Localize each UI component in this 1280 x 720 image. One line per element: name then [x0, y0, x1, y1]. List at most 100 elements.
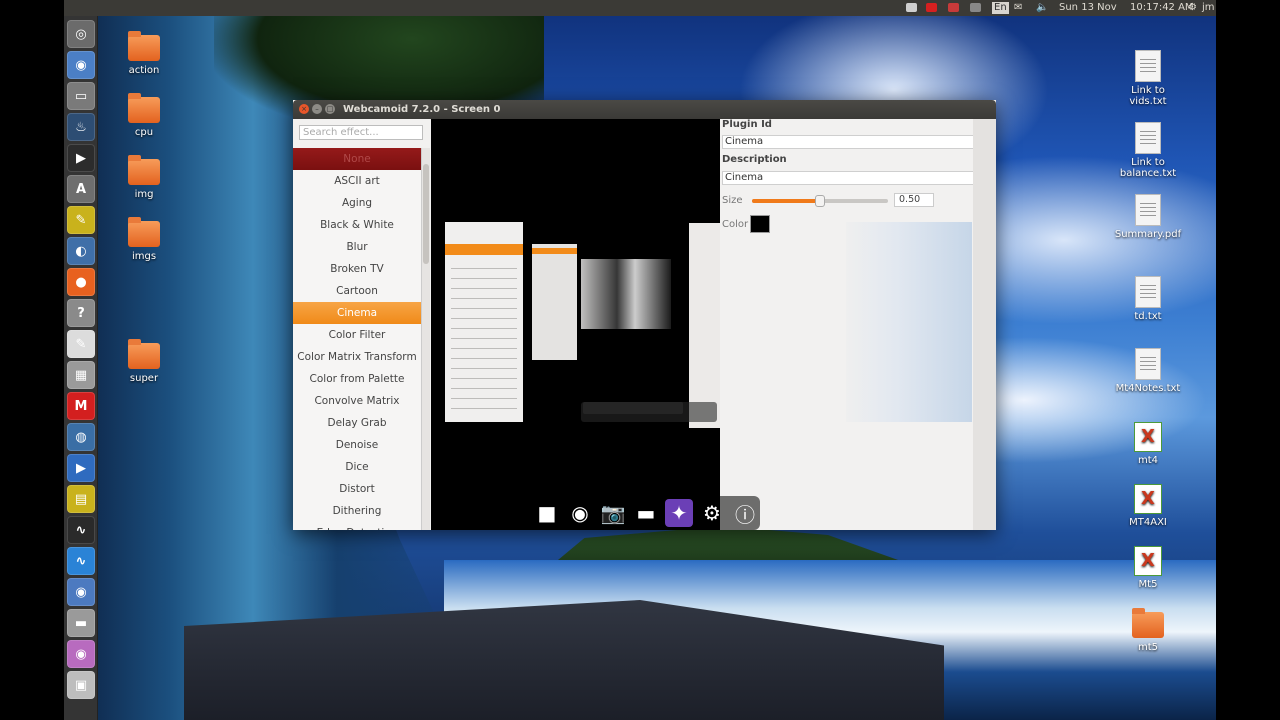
keyboard-layout-indicator[interactable]: En — [992, 2, 1009, 14]
desktop-icon-label: Link to vids.txt — [1129, 85, 1167, 107]
folder-icon — [128, 155, 160, 185]
minimize-icon[interactable]: – — [312, 104, 322, 114]
desktop-item[interactable]: X MT4AXI — [1113, 484, 1183, 528]
effects-scrollbar[interactable] — [421, 148, 430, 530]
earth-icon[interactable]: ◍ — [67, 423, 95, 451]
main-toolbar: ■ ◉ 📷 ▬ ✦ ⚙ ⓘ — [530, 496, 760, 530]
camera-indicator-icon[interactable] — [948, 0, 959, 16]
drive-icon[interactable]: ▬ — [67, 609, 95, 637]
about-button[interactable]: ⓘ — [731, 499, 759, 527]
unknown-app-icon[interactable]: ? — [67, 299, 95, 327]
desktop-folder[interactable]: cpu — [109, 93, 179, 138]
effect-list-item[interactable]: Distort — [293, 478, 421, 500]
volume-indicator-icon[interactable]: 🔈 — [1036, 0, 1048, 16]
color-picker-button[interactable] — [750, 215, 770, 233]
text-file-icon — [1135, 194, 1161, 226]
search-effect-input[interactable]: Search effect... — [299, 125, 423, 140]
top-panel: En ✉ 🔈 Sun 13 Nov 10:17:42 AM ⚙ jm — [64, 0, 1216, 16]
effect-list-item[interactable]: Color Matrix Transform — [293, 346, 421, 368]
system-monitor-icon[interactable]: ∿ — [67, 516, 95, 544]
preview-nested-list-2 — [532, 244, 577, 360]
effects-button[interactable]: ✦ — [665, 499, 693, 527]
chromium-icon[interactable]: ◉ — [67, 578, 95, 606]
effect-list-item[interactable]: Delay Grab — [293, 412, 421, 434]
desktop-icon-label: imgs — [131, 251, 157, 262]
desktop-item[interactable]: Mt4Notes.txt — [1113, 348, 1183, 394]
desktop-icon-label: td.txt — [1134, 311, 1162, 322]
desktop-icon-label: Mt4Notes.txt — [1115, 383, 1181, 394]
note-indicator-icon[interactable] — [906, 0, 917, 16]
take-photo-button[interactable]: 📷 — [599, 499, 627, 527]
effect-list-item[interactable]: Dice — [293, 456, 421, 478]
media-player-icon[interactable]: ▶ — [67, 454, 95, 482]
effects-scrollbar-thumb[interactable] — [423, 164, 429, 264]
wave-app-icon[interactable]: ∿ — [67, 547, 95, 575]
preview-nested-props — [689, 223, 720, 428]
webcam-button[interactable]: ◉ — [566, 499, 594, 527]
software-center-icon[interactable]: A — [67, 175, 95, 203]
effect-list-item[interactable]: Color Filter — [293, 324, 421, 346]
panel-user[interactable]: jm — [1202, 0, 1215, 16]
effect-none-item[interactable]: None — [293, 148, 421, 170]
effect-list-item[interactable]: Dithering — [293, 500, 421, 522]
effect-list-item[interactable]: Cartoon — [293, 280, 421, 302]
desktop-folder[interactable]: imgs — [109, 217, 179, 262]
properties-scrollbar[interactable] — [973, 119, 996, 530]
gear-icon[interactable]: ⚙ — [1188, 0, 1197, 16]
effect-list-item[interactable]: Color from Palette — [293, 368, 421, 390]
app-icon[interactable]: ◐ — [67, 237, 95, 265]
ubuntu-dash-icon[interactable]: ◎ — [67, 20, 95, 48]
effect-list-item[interactable]: Convolve Matrix — [293, 390, 421, 412]
close-icon[interactable]: × — [299, 104, 309, 114]
effect-list-item[interactable]: Cinema — [293, 302, 421, 324]
maximize-icon[interactable]: □ — [325, 104, 335, 114]
size-slider-handle[interactable] — [815, 195, 825, 207]
effect-list-item[interactable]: Black & White — [293, 214, 421, 236]
desktop-folder[interactable]: img — [109, 155, 179, 200]
effect-list-item[interactable]: Blur — [293, 236, 421, 258]
desktop-folder[interactable]: action — [109, 31, 179, 76]
description-field[interactable]: Cinema — [722, 171, 994, 185]
size-spinbox[interactable]: 0.50 — [894, 193, 934, 207]
plugin-id-field[interactable]: Cinema — [722, 135, 994, 149]
mail-indicator-icon[interactable]: ✉ — [1014, 0, 1022, 16]
window-titlebar[interactable]: × – □ Webcamoid 7.2.0 - Screen 0 — [293, 100, 996, 119]
desktop-item[interactable]: Xmt4 — [1113, 422, 1183, 466]
effect-list-item[interactable]: Denoise — [293, 434, 421, 456]
size-slider[interactable] — [752, 195, 888, 207]
panel-date[interactable]: Sun 13 Nov — [1059, 0, 1117, 16]
preview-nested-toolbar — [581, 402, 717, 422]
effect-list-item[interactable]: Broken TV — [293, 258, 421, 280]
browser-icon[interactable]: ◉ — [67, 51, 95, 79]
settings-button[interactable]: ⚙ — [698, 499, 726, 527]
effect-list-item[interactable]: ASCII art — [293, 170, 421, 192]
desktop-folder[interactable]: super — [109, 339, 179, 384]
desktop-item[interactable]: Summary.pdf — [1113, 194, 1183, 240]
network-indicator-icon[interactable] — [970, 0, 981, 16]
printer-icon[interactable]: ▣ — [67, 671, 95, 699]
mega-indicator-icon[interactable] — [926, 0, 937, 16]
spreadsheet-icon: X — [1134, 484, 1162, 514]
text-editor-icon[interactable]: ✎ — [67, 330, 95, 358]
stop-button[interactable]: ■ — [533, 499, 561, 527]
terminal-icon[interactable]: ▶ — [67, 144, 95, 172]
firefox-icon[interactable]: ● — [67, 268, 95, 296]
calculator-icon[interactable]: ▦ — [67, 361, 95, 389]
desktop-icon-label: mt4 — [1137, 455, 1159, 466]
desktop-icon-label: super — [129, 373, 159, 384]
mega-icon[interactable]: M — [67, 392, 95, 420]
effect-list-item[interactable]: Edge Detection — [293, 522, 421, 530]
keyboard-icon[interactable]: ▭ — [67, 82, 95, 110]
desktop-item[interactable]: Link to balance.txt — [1113, 122, 1183, 179]
notes-icon[interactable]: ✎ — [67, 206, 95, 234]
steam-icon[interactable]: ♨ — [67, 113, 95, 141]
record-video-button[interactable]: ▬ — [632, 499, 660, 527]
desktop-item[interactable]: X Mt5 — [1113, 546, 1183, 590]
panel-clock[interactable]: 10:17:42 AM — [1130, 0, 1194, 16]
effect-list-item[interactable]: Aging — [293, 192, 421, 214]
desktop-item[interactable]: td.txt — [1113, 276, 1183, 322]
desktop-item[interactable]: mt5 — [1113, 608, 1183, 653]
desktop-item[interactable]: Link to vids.txt — [1113, 50, 1183, 107]
webcam-app-icon[interactable]: ◉ — [67, 640, 95, 668]
presentation-icon[interactable]: ▤ — [67, 485, 95, 513]
